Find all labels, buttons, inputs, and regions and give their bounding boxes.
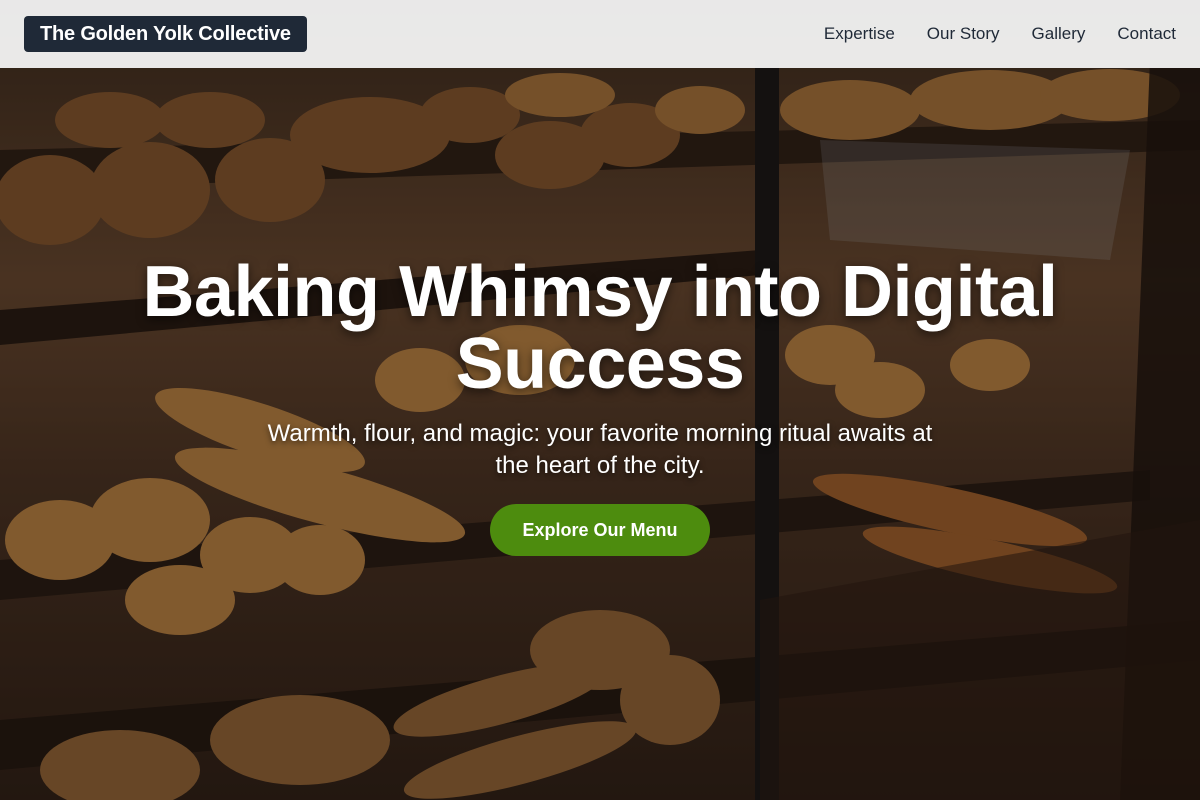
hero-subtitle: Warmth, flour, and magic: your favorite … (267, 420, 933, 479)
site-header: The Golden Yolk Collective Expertise Our… (0, 0, 1200, 68)
brand-logo[interactable]: The Golden Yolk Collective (24, 16, 307, 52)
nav-link-expertise[interactable]: Expertise (824, 24, 895, 44)
nav-link-gallery[interactable]: Gallery (1032, 24, 1086, 44)
nav-link-our-story[interactable]: Our Story (927, 24, 1000, 44)
hero-content: Baking Whimsy into Digital Success Warmt… (0, 256, 1200, 556)
nav-link-contact[interactable]: Contact (1117, 24, 1176, 44)
hero-title: Baking Whimsy into Digital Success (142, 252, 1058, 404)
explore-menu-button[interactable]: Explore Our Menu (490, 504, 710, 556)
main-nav: Expertise Our Story Gallery Contact (824, 24, 1176, 44)
